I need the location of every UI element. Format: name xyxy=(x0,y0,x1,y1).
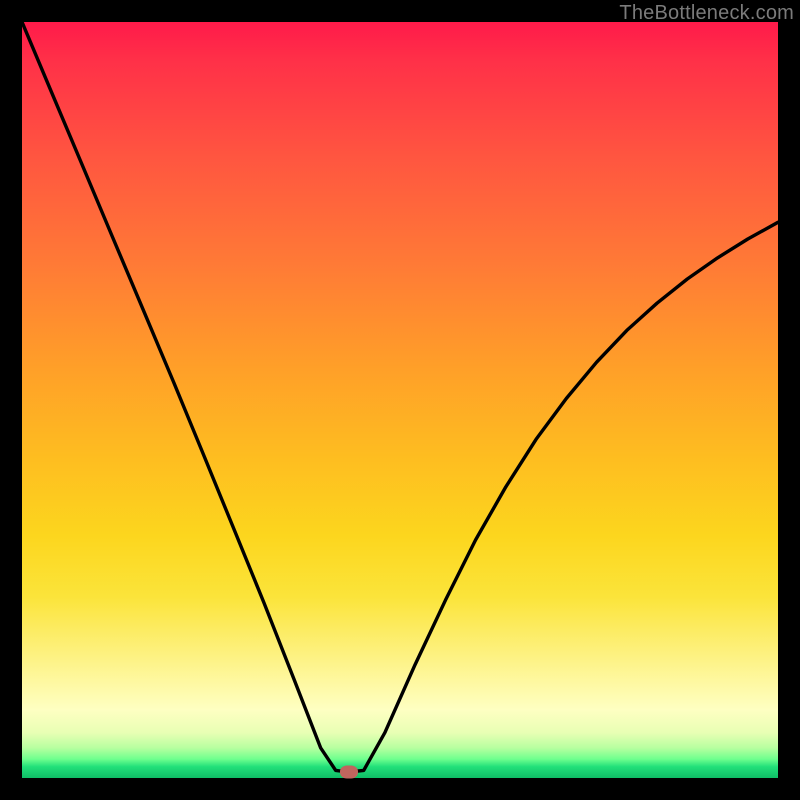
bottleneck-curve xyxy=(22,22,778,778)
optimal-point-marker xyxy=(340,765,358,778)
watermark-text: TheBottleneck.com xyxy=(619,2,794,25)
chart-frame: TheBottleneck.com xyxy=(0,0,800,800)
chart-plot-area xyxy=(22,22,778,778)
